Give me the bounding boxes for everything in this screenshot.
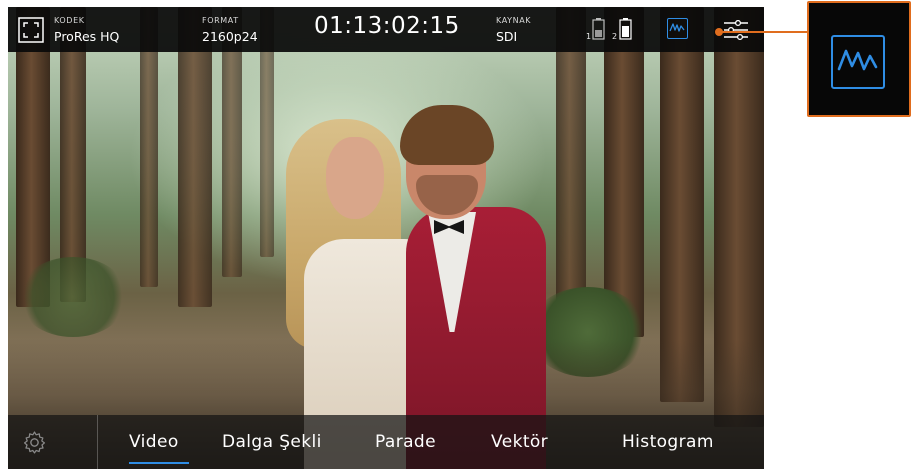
callout-box (807, 1, 911, 117)
scope-menu-bar: Video Dalga Şekli Parade Vektör Histogra… (8, 415, 764, 469)
tab-waveform[interactable]: Dalga Şekli (222, 432, 322, 452)
gear-icon[interactable] (22, 430, 47, 455)
waveform-icon (669, 23, 685, 32)
tab-video[interactable]: Video (129, 432, 179, 452)
codec-label: KODEK (54, 16, 85, 25)
source-value: SDI (496, 29, 518, 44)
tree (604, 7, 644, 337)
timecode: 01:13:02:15 (314, 13, 460, 39)
frame-guides-icon[interactable] (18, 17, 44, 43)
callout-line (718, 31, 810, 33)
codec-value: ProRes HQ (54, 29, 120, 44)
tree (556, 7, 586, 307)
format-label: FORMAT (202, 16, 239, 25)
divider (97, 415, 98, 469)
scopes-button[interactable] (667, 18, 688, 39)
monitor-screen: KODEK ProRes HQ FORMAT 2160p24 01:13:02:… (8, 7, 764, 469)
callout-dot (715, 28, 723, 36)
status-bar: KODEK ProRes HQ FORMAT 2160p24 01:13:02:… (8, 7, 764, 52)
battery-2-icon (619, 18, 632, 40)
tree (178, 7, 212, 307)
format-value: 2160p24 (202, 29, 258, 44)
tab-vectorscope[interactable]: Vektör (491, 432, 548, 452)
battery-1-icon (592, 18, 605, 40)
waveform-icon (831, 35, 885, 89)
source-label: KAYNAK (496, 16, 532, 25)
tab-parade[interactable]: Parade (375, 432, 436, 452)
tab-histogram[interactable]: Histogram (622, 432, 714, 452)
battery-2-number: 2 (612, 32, 618, 41)
video-frame (8, 7, 764, 469)
battery-1-number: 1 (586, 32, 592, 41)
active-tab-indicator (129, 462, 189, 464)
